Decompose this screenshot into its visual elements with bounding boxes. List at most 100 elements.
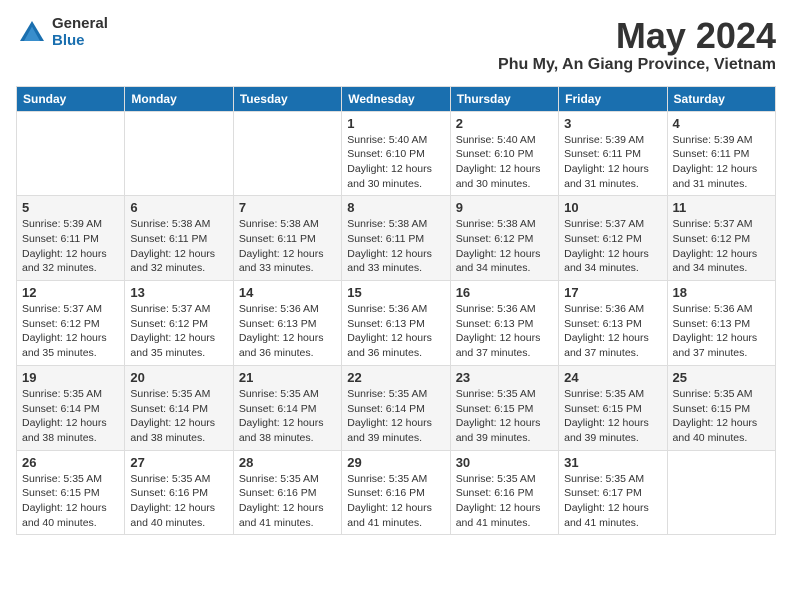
month-title: May 2024 [498,16,776,56]
calendar-cell: 1 Sunrise: 5:40 AM Sunset: 6:10 PM Daylig… [342,111,450,196]
week-row-1: 5 Sunrise: 5:39 AM Sunset: 6:11 PM Daylig… [17,196,776,281]
day-info: Sunrise: 5:40 AM Sunset: 6:10 PM Dayligh… [347,133,444,192]
day-number: 7 [239,200,336,215]
day-info: Sunrise: 5:35 AM Sunset: 6:17 PM Dayligh… [564,472,661,531]
day-number: 18 [673,285,770,300]
day-info: Sunrise: 5:36 AM Sunset: 6:13 PM Dayligh… [673,302,770,361]
day-info: Sunrise: 5:35 AM Sunset: 6:15 PM Dayligh… [22,472,119,531]
calendar-cell: 8Sunrise: 5:38 AM Sunset: 6:11 PM Daylig… [342,196,450,281]
day-number: 25 [673,370,770,385]
logo-blue-text: Blue [52,33,108,50]
weekday-header-tuesday: Tuesday [233,86,341,111]
day-info: Sunrise: 5:37 AM Sunset: 6:12 PM Dayligh… [564,217,661,276]
calendar-cell: 2 Sunrise: 5:40 AM Sunset: 6:10 PM Daylig… [450,111,558,196]
calendar-cell: 6 Sunrise: 5:38 AM Sunset: 6:11 PM Daylig… [125,196,233,281]
day-info: Sunrise: 5:35 AM Sunset: 6:14 PM Dayligh… [22,387,119,446]
calendar-cell [667,450,775,535]
calendar-cell: 26Sunrise: 5:35 AM Sunset: 6:15 PM Dayli… [17,450,125,535]
calendar-cell: 29Sunrise: 5:35 AM Sunset: 6:16 PM Dayli… [342,450,450,535]
day-number: 9 [456,200,553,215]
day-number: 4 [673,116,770,131]
day-info: Sunrise: 5:35 AM Sunset: 6:15 PM Dayligh… [456,387,553,446]
day-info: Sunrise: 5:36 AM Sunset: 6:13 PM Dayligh… [456,302,553,361]
day-number: 19 [22,370,119,385]
day-number: 8 [347,200,444,215]
day-info: Sunrise: 5:35 AM Sunset: 6:16 PM Dayligh… [130,472,227,531]
day-number: 28 [239,455,336,470]
calendar-cell: 28 Sunrise: 5:35 AM Sunset: 6:16 PM Dayli… [233,450,341,535]
day-number: 14 [239,285,336,300]
day-number: 10 [564,200,661,215]
day-number: 13 [130,285,227,300]
calendar-cell: 15 Sunrise: 5:36 AM Sunset: 6:13 PM Dayli… [342,281,450,366]
calendar-cell: 17Sunrise: 5:36 AM Sunset: 6:13 PM Dayli… [559,281,667,366]
day-number: 21 [239,370,336,385]
day-info: Sunrise: 5:37 AM Sunset: 6:12 PM Dayligh… [673,217,770,276]
weekday-header-wednesday: Wednesday [342,86,450,111]
location-title: Phu My, An Giang Province, Vietnam [498,56,776,74]
day-info: Sunrise: 5:39 AM Sunset: 6:11 PM Dayligh… [564,133,661,192]
day-number: 3 [564,116,661,131]
title-area: May 2024 Phu My, An Giang Province, Viet… [498,16,776,74]
logo-text: General Blue [52,16,108,49]
day-info: Sunrise: 5:38 AM Sunset: 6:11 PM Dayligh… [130,217,227,276]
calendar-cell: 13 Sunrise: 5:37 AM Sunset: 6:12 PM Dayli… [125,281,233,366]
day-number: 12 [22,285,119,300]
logo-general-text: General [52,16,108,33]
calendar-cell: 27Sunrise: 5:35 AM Sunset: 6:16 PM Dayli… [125,450,233,535]
calendar-cell: 19 Sunrise: 5:35 AM Sunset: 6:14 PM Dayli… [17,365,125,450]
day-info: Sunrise: 5:35 AM Sunset: 6:16 PM Dayligh… [239,472,336,531]
week-row-2: 12 Sunrise: 5:37 AM Sunset: 6:12 PM Dayli… [17,281,776,366]
day-number: 24 [564,370,661,385]
logo: General Blue [16,16,108,49]
day-number: 31 [564,455,661,470]
calendar-cell: 4Sunrise: 5:39 AM Sunset: 6:11 PM Daylig… [667,111,775,196]
calendar-cell: 24Sunrise: 5:35 AM Sunset: 6:15 PM Dayli… [559,365,667,450]
day-info: Sunrise: 5:38 AM Sunset: 6:11 PM Dayligh… [239,217,336,276]
week-row-3: 19 Sunrise: 5:35 AM Sunset: 6:14 PM Dayli… [17,365,776,450]
calendar-cell: 25 Sunrise: 5:35 AM Sunset: 6:15 PM Dayli… [667,365,775,450]
calendar-cell: 5 Sunrise: 5:39 AM Sunset: 6:11 PM Daylig… [17,196,125,281]
day-info: Sunrise: 5:37 AM Sunset: 6:12 PM Dayligh… [130,302,227,361]
day-info: Sunrise: 5:36 AM Sunset: 6:13 PM Dayligh… [347,302,444,361]
calendar-cell: 14 Sunrise: 5:36 AM Sunset: 6:13 PM Dayli… [233,281,341,366]
day-number: 6 [130,200,227,215]
day-number: 30 [456,455,553,470]
day-number: 22 [347,370,444,385]
day-number: 16 [456,285,553,300]
day-number: 23 [456,370,553,385]
day-info: Sunrise: 5:37 AM Sunset: 6:12 PM Dayligh… [22,302,119,361]
day-number: 2 [456,116,553,131]
calendar-cell [125,111,233,196]
calendar-cell: 30Sunrise: 5:35 AM Sunset: 6:16 PM Dayli… [450,450,558,535]
day-info: Sunrise: 5:35 AM Sunset: 6:15 PM Dayligh… [673,387,770,446]
day-number: 5 [22,200,119,215]
week-row-0: 1 Sunrise: 5:40 AM Sunset: 6:10 PM Daylig… [17,111,776,196]
page-header: General Blue May 2024 Phu My, An Giang P… [16,16,776,74]
calendar-cell: 20Sunrise: 5:35 AM Sunset: 6:14 PM Dayli… [125,365,233,450]
calendar-cell: 18 Sunrise: 5:36 AM Sunset: 6:13 PM Dayli… [667,281,775,366]
weekday-header-monday: Monday [125,86,233,111]
day-info: Sunrise: 5:36 AM Sunset: 6:13 PM Dayligh… [239,302,336,361]
weekday-header-thursday: Thursday [450,86,558,111]
calendar-table: SundayMondayTuesdayWednesdayThursdayFrid… [16,86,776,536]
calendar-cell: 31 Sunrise: 5:35 AM Sunset: 6:17 PM Dayli… [559,450,667,535]
day-number: 17 [564,285,661,300]
calendar-cell: 10 Sunrise: 5:37 AM Sunset: 6:12 PM Dayli… [559,196,667,281]
day-number: 15 [347,285,444,300]
calendar-cell: 23 Sunrise: 5:35 AM Sunset: 6:15 PM Dayli… [450,365,558,450]
weekday-header-friday: Friday [559,86,667,111]
calendar-cell [17,111,125,196]
week-row-4: 26Sunrise: 5:35 AM Sunset: 6:15 PM Dayli… [17,450,776,535]
calendar-cell: 21 Sunrise: 5:35 AM Sunset: 6:14 PM Dayli… [233,365,341,450]
day-number: 11 [673,200,770,215]
day-info: Sunrise: 5:35 AM Sunset: 6:14 PM Dayligh… [239,387,336,446]
day-number: 29 [347,455,444,470]
calendar-cell: 12 Sunrise: 5:37 AM Sunset: 6:12 PM Dayli… [17,281,125,366]
day-info: Sunrise: 5:38 AM Sunset: 6:12 PM Dayligh… [456,217,553,276]
day-number: 20 [130,370,227,385]
day-number: 1 [347,116,444,131]
calendar-cell: 11 Sunrise: 5:37 AM Sunset: 6:12 PM Dayli… [667,196,775,281]
day-info: Sunrise: 5:39 AM Sunset: 6:11 PM Dayligh… [22,217,119,276]
day-info: Sunrise: 5:40 AM Sunset: 6:10 PM Dayligh… [456,133,553,192]
